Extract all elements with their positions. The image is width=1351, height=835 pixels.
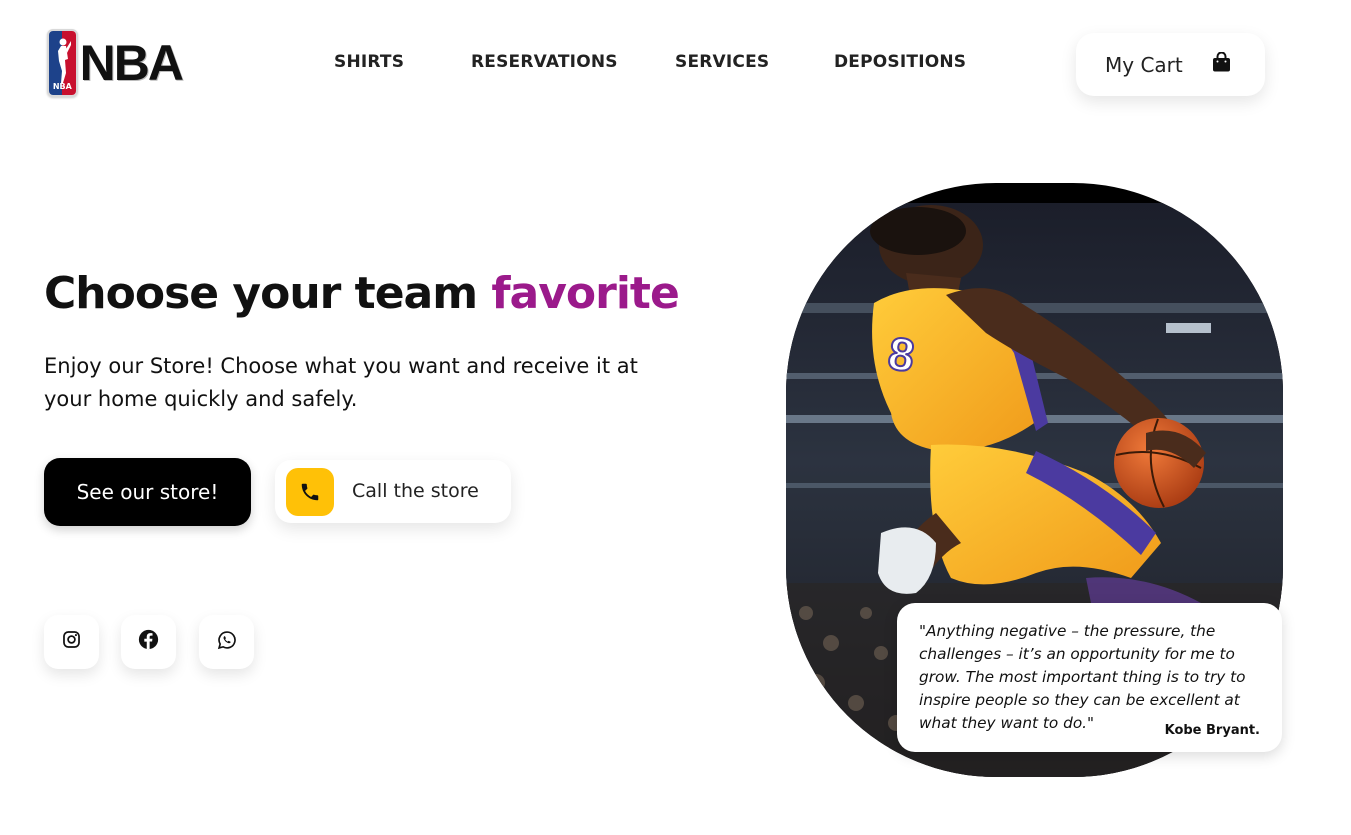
nav-item-depositions[interactable]: DEPOSITIONS [834,52,966,72]
nba-logo-mark-text: NBA [52,82,72,91]
my-cart-button[interactable]: My Cart [1076,33,1265,96]
hero-title-accent: favorite [491,268,679,319]
nba-logo-mark: NBA [47,29,78,97]
quote-text: "Anything negative – the pressure, the c… [919,622,1246,732]
phone-icon [286,468,334,516]
hero-title-main: Choose your team [44,268,492,319]
whatsapp-icon [217,630,237,655]
nav-item-shirts[interactable]: SHIRTS [334,52,404,72]
cart-label: My Cart [1105,52,1183,77]
shopping-bag-icon [1212,51,1231,77]
nba-logo[interactable]: NBA NBA [47,28,184,98]
facebook-icon [138,629,159,655]
call-store-label: Call the store [352,480,479,502]
nba-logo-text: NBA [79,35,184,91]
whatsapp-button[interactable] [199,615,254,669]
quote-card: "Anything negative – the pressure, the c… [897,603,1282,752]
hero-title: Choose your team favorite [44,268,680,319]
call-store-button[interactable]: Call the store [275,460,511,523]
nav-item-services[interactable]: SERVICES [675,52,769,72]
see-store-button[interactable]: See our store! [44,458,251,526]
instagram-icon [62,630,81,654]
facebook-button[interactable] [121,615,176,669]
hero-subtitle: Enjoy our Store! Choose what you want an… [44,354,638,411]
quote-author: Kobe Bryant. [1164,723,1260,738]
nav-item-reservations[interactable]: RESERVATIONS [471,52,618,72]
instagram-button[interactable] [44,615,99,669]
